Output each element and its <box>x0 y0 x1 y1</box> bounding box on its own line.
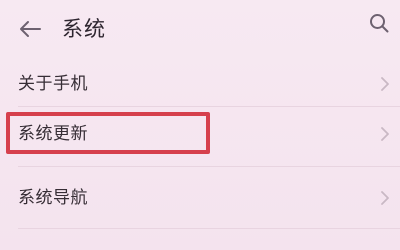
list-item-system-update[interactable]: 系统更新 <box>0 108 400 160</box>
list-divider <box>18 228 400 229</box>
list-item-system-navigation[interactable]: 系统导航 <box>0 172 400 224</box>
list-divider <box>18 166 400 167</box>
search-icon <box>370 14 389 33</box>
list-item-label: 系统导航 <box>18 188 88 208</box>
chevron-right-icon <box>381 191 389 205</box>
back-arrow-icon <box>20 21 41 37</box>
app-header: 系统 <box>0 0 400 58</box>
chevron-right-icon <box>381 127 389 141</box>
list-item-label: 系统更新 <box>18 124 88 144</box>
chevron-right-icon <box>381 77 389 91</box>
list-item-partial <box>0 236 400 250</box>
search-button[interactable] <box>366 10 392 36</box>
list-item-about-phone[interactable]: 关于手机 <box>0 58 400 110</box>
settings-screen: 系统 关于手机 系统更新 系统导航 <box>0 0 400 250</box>
back-button[interactable] <box>14 14 46 44</box>
list-item-label: 关于手机 <box>18 74 88 94</box>
page-title: 系统 <box>62 17 106 41</box>
list-divider <box>18 106 400 107</box>
